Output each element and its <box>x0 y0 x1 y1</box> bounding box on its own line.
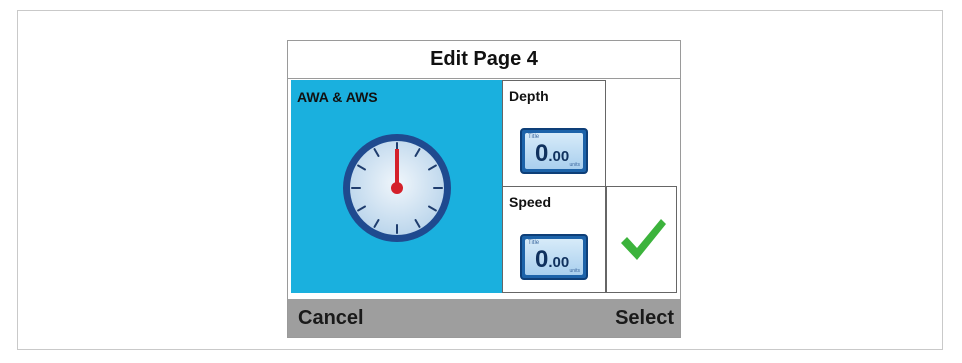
tile-speed-label: Speed <box>509 194 552 210</box>
digital-display-icon: Title 0.00 units <box>520 128 588 174</box>
select-button[interactable]: Select <box>615 307 674 330</box>
analog-gauge-icon <box>343 134 451 242</box>
display-value: 0.00 <box>535 140 569 168</box>
edit-page-dialog: Edit Page 4 AWA & AWS Depth Title 0.00 u… <box>287 40 681 338</box>
display-value-dec: .00 <box>548 148 570 165</box>
tile-speed[interactable]: Speed Title 0.00 units <box>502 186 606 293</box>
tile-depth-label: Depth <box>509 88 549 104</box>
digital-display-icon: Title 0.00 units <box>520 234 588 280</box>
display-value-int: 0 <box>535 246 549 273</box>
display-value-int: 0 <box>535 140 549 167</box>
tile-awa-label: AWA & AWS <box>297 89 378 105</box>
dialog-title: Edit Page 4 <box>288 41 680 79</box>
display-value: 0.00 <box>535 246 569 274</box>
tile-depth[interactable]: Depth Title 0.00 units <box>502 80 606 187</box>
softkey-bar: Cancel Select <box>288 299 680 337</box>
display-units-text: units <box>569 268 580 274</box>
cancel-button[interactable]: Cancel <box>298 307 364 330</box>
display-units-text: units <box>569 162 580 168</box>
tile-awa-aws[interactable]: AWA & AWS <box>291 80 503 293</box>
tile-select-confirm[interactable] <box>606 186 677 293</box>
checkmark-icon <box>621 219 666 260</box>
display-value-dec: .00 <box>548 254 570 271</box>
